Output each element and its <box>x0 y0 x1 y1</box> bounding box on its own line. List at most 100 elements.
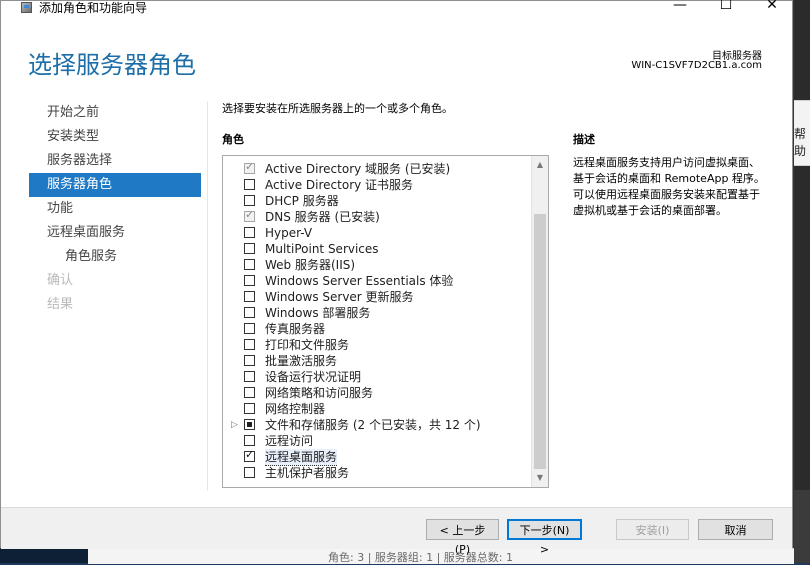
nav-item[interactable]: 安装类型 <box>29 125 201 149</box>
role-label: DNS 服务器 (已安装) <box>265 210 380 224</box>
role-label: 传真服务器 <box>265 322 326 336</box>
role-row[interactable]: 远程访问 <box>223 433 531 449</box>
server-manager-icon <box>21 2 32 13</box>
role-label: Windows 部署服务 <box>265 306 371 320</box>
role-label: 文件和存储服务 (2 个已安装，共 12 个) <box>265 418 481 432</box>
role-row[interactable]: 网络控制器 <box>223 401 531 417</box>
role-label: 设备运行状况证明 <box>265 370 362 384</box>
roles-scrollbar[interactable]: ▲ ▼ <box>531 156 548 487</box>
wizard-nav: 开始之前 安装类型 服务器选择 服务器角色 功能 远程桌面服务 角色服务确认结果 <box>29 101 201 317</box>
role-row[interactable]: Active Directory 证书服务 <box>223 177 531 193</box>
minimize-button[interactable]: — <box>657 0 703 15</box>
target-server-value: WIN-C1SVF7D2CB1.a.com <box>631 60 762 71</box>
role-row[interactable]: DHCP 服务器 <box>223 193 531 209</box>
role-row[interactable]: Windows 部署服务 <box>223 305 531 321</box>
nav-item[interactable]: 角色服务 <box>29 245 201 269</box>
nav-divider <box>207 101 208 491</box>
role-checkbox[interactable] <box>244 179 255 190</box>
next-button[interactable]: 下一步(N) > <box>507 519 582 556</box>
role-label: Windows Server 更新服务 <box>265 290 414 304</box>
background-help-fragment: 帮助 <box>794 100 810 166</box>
role-label: MultiPoint Services <box>265 242 379 256</box>
role-label: Hyper-V <box>265 226 313 240</box>
role-row[interactable]: MultiPoint Services <box>223 241 531 257</box>
role-checkbox[interactable] <box>244 467 255 478</box>
maximize-button[interactable]: ☐ <box>703 0 749 15</box>
triangle-right-icon[interactable]: ▷ <box>231 420 238 430</box>
role-label: 网络策略和访问服务 <box>265 386 374 400</box>
role-label: DHCP 服务器 <box>265 194 339 208</box>
background-dark-fragment <box>794 490 810 563</box>
role-checkbox[interactable] <box>244 227 255 238</box>
scroll-thumb[interactable] <box>534 214 546 469</box>
role-checkbox[interactable] <box>244 291 255 302</box>
role-row[interactable]: Active Directory 域服务 (已安装) <box>223 160 531 177</box>
role-row[interactable]: Windows Server Essentials 体验 <box>223 273 531 289</box>
role-row[interactable]: Windows Server 更新服务 <box>223 289 531 305</box>
role-label: Active Directory 证书服务 <box>265 178 414 192</box>
window-title: 添加角色和功能向导 <box>39 1 148 15</box>
nav-item: 结果 <box>47 297 74 312</box>
scroll-down-arrow-icon[interactable]: ▼ <box>532 470 548 486</box>
role-row[interactable]: 网络策略和访问服务 <box>223 385 531 401</box>
role-checkbox[interactable] <box>244 243 255 254</box>
role-checkbox[interactable] <box>244 387 255 398</box>
roles-heading: 角色 <box>222 133 244 146</box>
background-status-bar: 角色: 3 | 服务器组: 1 | 服务器总数: 1 <box>88 548 794 564</box>
role-label: 批量激活服务 <box>265 354 338 368</box>
nav-item: 确认 <box>47 273 74 288</box>
role-row[interactable]: Hyper-V <box>223 225 531 241</box>
install-button[interactable]: 安装(I) <box>616 519 689 540</box>
background-help-text: 帮助 <box>794 127 807 158</box>
role-label: Active Directory 域服务 (已安装) <box>265 162 451 176</box>
title-bar[interactable]: 添加角色和功能向导 — ☐ ✕ <box>1 0 795 16</box>
role-row[interactable]: 传真服务器 <box>223 321 531 337</box>
role-checkbox[interactable] <box>244 323 255 334</box>
role-checkbox[interactable] <box>244 355 255 366</box>
scroll-up-arrow-icon[interactable]: ▲ <box>532 157 548 173</box>
role-row[interactable]: 设备运行状况证明 <box>223 369 531 385</box>
role-row[interactable]: 批量激活服务 <box>223 353 531 369</box>
wizard-window: 添加角色和功能向导 — ☐ ✕ 选择服务器角色 目标服务器 WIN-C1SVF7… <box>0 0 795 556</box>
nav-item[interactable]: 功能 <box>29 197 201 221</box>
description-heading: 描述 <box>573 133 595 146</box>
role-checkbox <box>244 160 255 174</box>
role-row[interactable]: DNS 服务器 (已安装) <box>223 208 531 225</box>
role-checkbox[interactable] <box>244 371 255 382</box>
role-row[interactable]: 远程桌面服务 <box>223 448 531 466</box>
role-checkbox[interactable] <box>244 339 255 350</box>
role-row[interactable]: 打印和文件服务 <box>223 337 531 353</box>
role-label: 打印和文件服务 <box>265 338 350 352</box>
page-title: 选择服务器角色 <box>28 51 196 79</box>
nav-item[interactable]: 服务器角色 <box>29 173 201 197</box>
wizard-footer: < 上一步(P) 下一步(N) > 安装(I) 取消 <box>1 507 792 556</box>
nav-item[interactable]: 远程桌面服务 <box>29 221 201 245</box>
role-checkbox[interactable] <box>244 419 255 430</box>
role-label: 远程桌面服务 <box>265 449 338 466</box>
role-checkbox <box>244 208 255 222</box>
role-row[interactable]: Web 服务器(IIS) <box>223 257 531 273</box>
role-checkbox[interactable] <box>244 403 255 414</box>
role-checkbox[interactable] <box>244 448 255 462</box>
background-window-fragment: 帮助 <box>794 0 810 563</box>
previous-button[interactable]: < 上一步(P) <box>426 519 499 556</box>
role-label: 远程访问 <box>265 434 314 448</box>
role-checkbox[interactable] <box>244 195 255 206</box>
role-label: Web 服务器(IIS) <box>265 258 356 272</box>
role-label: Windows Server Essentials 体验 <box>265 274 454 288</box>
nav-item[interactable]: 开始之前 <box>29 101 201 125</box>
role-label: 网络控制器 <box>265 402 326 416</box>
roles-list[interactable]: Active Directory 域服务 (已安装) Active Directo… <box>222 155 549 488</box>
cancel-button[interactable]: 取消 <box>698 519 773 540</box>
close-button[interactable]: ✕ <box>749 0 795 15</box>
nav-item[interactable]: 服务器选择 <box>29 149 201 173</box>
role-row[interactable]: ▷ 文件和存储服务 (2 个已安装，共 12 个) <box>223 417 531 433</box>
description-text: 远程桌面服务支持用户访问虚拟桌面、基于会话的桌面和 RemoteApp 程序。可… <box>573 156 765 217</box>
role-label: 主机保护者服务 <box>265 466 350 480</box>
role-checkbox[interactable] <box>244 435 255 446</box>
role-row[interactable]: 主机保护者服务 <box>223 465 531 481</box>
role-checkbox[interactable] <box>244 275 255 286</box>
role-checkbox[interactable] <box>244 259 255 270</box>
instruction-text: 选择要安装在所选服务器上的一个或多个角色。 <box>222 102 453 115</box>
role-checkbox[interactable] <box>244 307 255 318</box>
